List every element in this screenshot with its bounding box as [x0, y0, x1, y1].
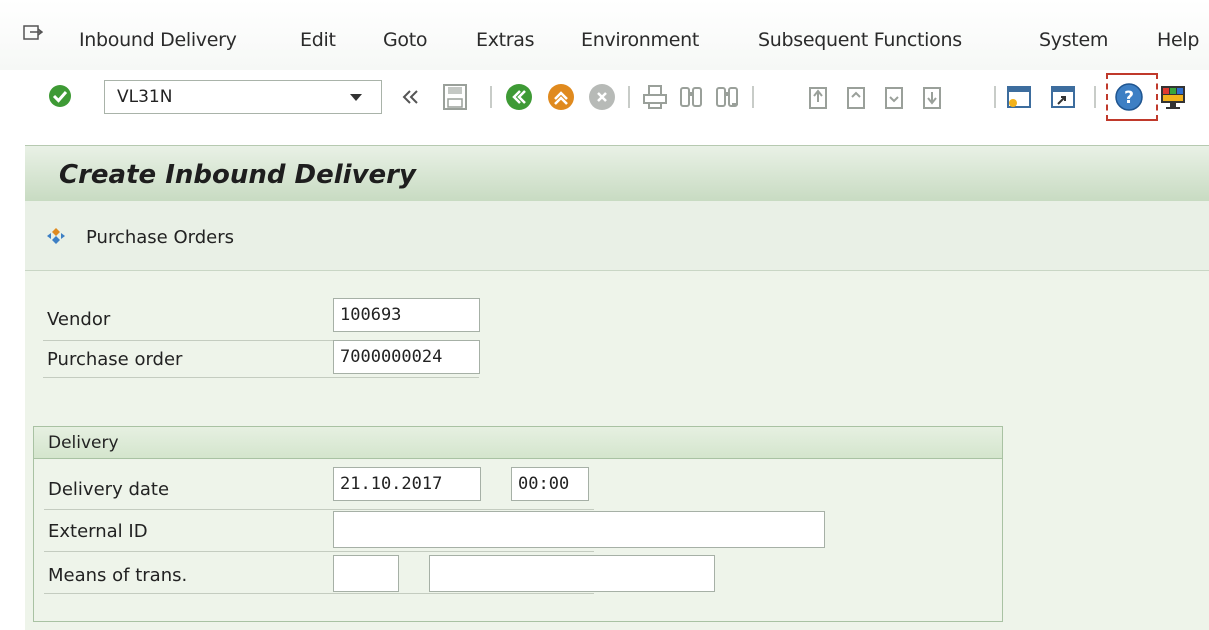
delivery-time-field[interactable]: 00:00: [511, 467, 589, 501]
chevron-down-icon[interactable]: [350, 94, 362, 101]
cancel-icon[interactable]: [587, 82, 617, 112]
means-of-trans-type-field[interactable]: [333, 555, 399, 592]
application-toolbar: Purchase Orders: [25, 201, 1209, 271]
menu-edit[interactable]: Edit: [300, 29, 336, 51]
exit-icon[interactable]: [546, 82, 576, 112]
back-icon[interactable]: [504, 82, 534, 112]
page-title: Create Inbound Delivery: [59, 160, 416, 190]
create-session-icon[interactable]: [1004, 82, 1034, 112]
menu-inbound-delivery[interactable]: Inbound Delivery: [79, 29, 237, 51]
menu-help[interactable]: Help: [1157, 29, 1199, 51]
menu-environment[interactable]: Environment: [581, 29, 699, 51]
vendor-field[interactable]: 100693: [333, 298, 480, 332]
purchase-orders-icon: [47, 228, 65, 244]
print-icon[interactable]: [640, 82, 670, 112]
menu-goto[interactable]: Goto: [383, 29, 428, 51]
delivery-date-label: Delivery date: [48, 479, 170, 500]
command-field[interactable]: VL31N: [104, 80, 382, 114]
title-bar: Create Inbound Delivery: [25, 145, 1209, 201]
main-form: Vendor 100693 Purchase order 7000000024 …: [25, 271, 1209, 630]
external-id-label: External ID: [48, 521, 148, 542]
find-next-icon[interactable]: [712, 82, 742, 112]
customize-layout-icon[interactable]: [1158, 82, 1188, 112]
menu-exit-icon[interactable]: [23, 25, 43, 41]
vendor-label: Vendor: [47, 309, 111, 330]
menu-system[interactable]: System: [1039, 29, 1108, 51]
menu-bar: Inbound Delivery Edit Goto Extras Enviro…: [0, 0, 1209, 70]
delivery-group-title: Delivery: [48, 433, 119, 453]
find-icon[interactable]: [676, 82, 706, 112]
previous-page-icon[interactable]: [842, 82, 872, 112]
delivery-group: Delivery Delivery date 21.10.2017 00:00 …: [33, 426, 1003, 622]
purchase-order-label: Purchase order: [47, 349, 183, 370]
menu-subsequent-functions[interactable]: Subsequent Functions: [758, 29, 962, 51]
enter-icon[interactable]: [48, 84, 72, 108]
fast-back-icon[interactable]: [396, 82, 426, 112]
help-icon[interactable]: ?: [1114, 82, 1144, 112]
external-id-field[interactable]: [333, 511, 825, 548]
svg-text:?: ?: [1124, 88, 1134, 108]
save-icon[interactable]: [440, 82, 470, 112]
delivery-date-field[interactable]: 21.10.2017: [333, 467, 481, 501]
standard-toolbar: VL31N ?: [0, 70, 1209, 128]
shortcut-icon[interactable]: [1048, 82, 1078, 112]
menu-extras[interactable]: Extras: [476, 29, 535, 51]
means-of-trans-id-field[interactable]: [429, 555, 715, 592]
first-page-icon[interactable]: [804, 82, 834, 112]
purchase-order-field[interactable]: 7000000024: [333, 340, 480, 374]
purchase-orders-label: Purchase Orders: [86, 227, 234, 248]
next-page-icon[interactable]: [880, 82, 910, 112]
means-of-trans-label: Means of trans.: [48, 565, 188, 586]
delivery-group-header: Delivery: [34, 427, 1002, 459]
last-page-icon[interactable]: [918, 82, 948, 112]
